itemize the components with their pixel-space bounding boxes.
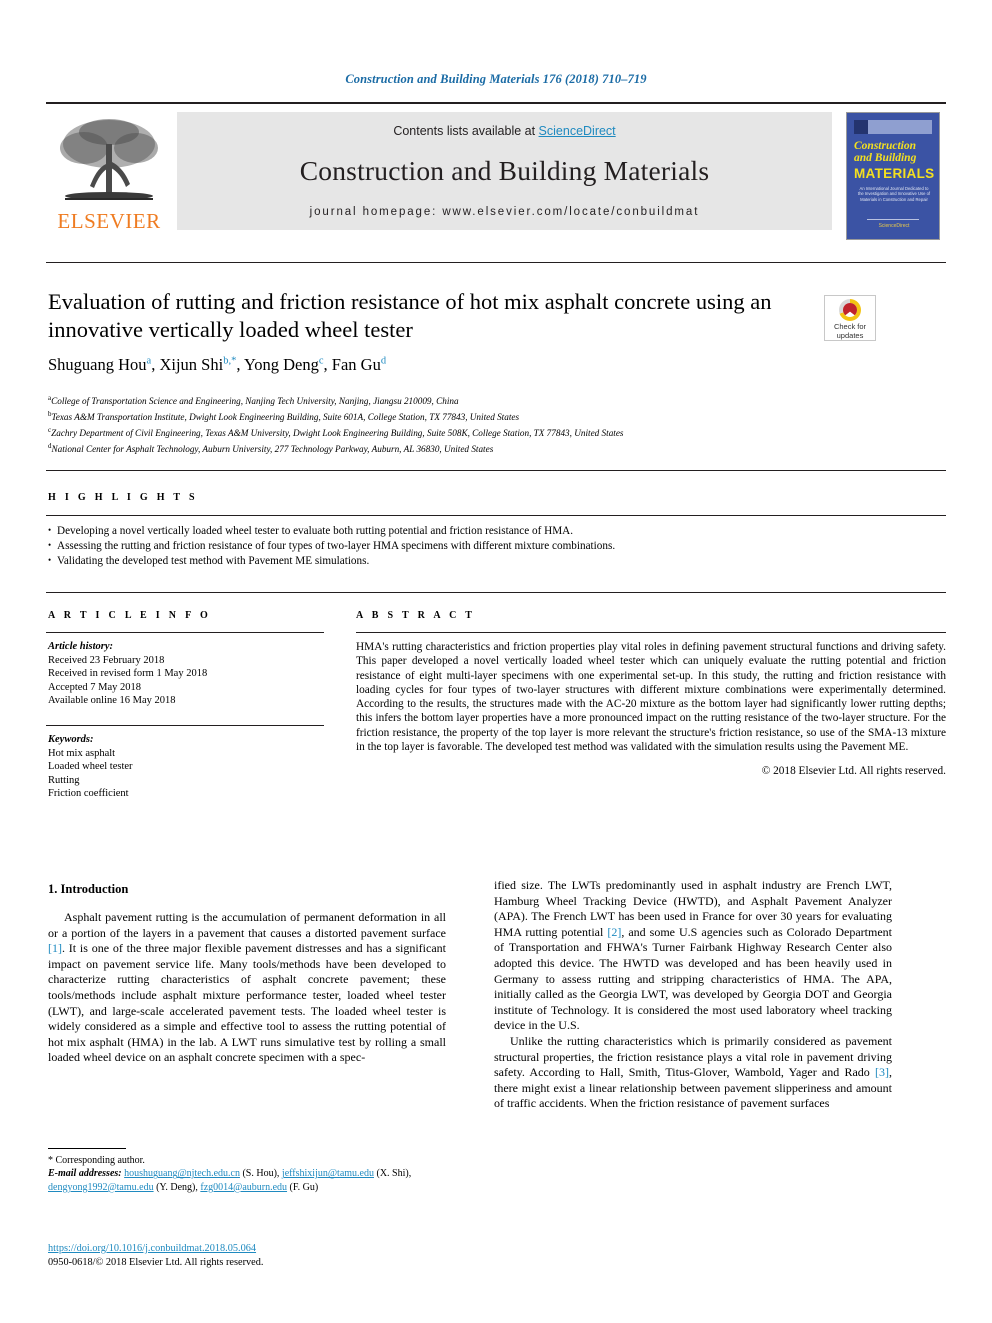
contents-available-line: Contents lists available at ScienceDirec… xyxy=(177,124,832,138)
body-paragraph: ified size. The LWTs predominantly used … xyxy=(494,878,892,1033)
email-owner: (Y. Deng) xyxy=(156,1181,196,1193)
journal-masthead: ELSEVIER Contents lists available at Sci… xyxy=(46,102,946,242)
affiliation-a: aCollege of Transportation Science and E… xyxy=(48,394,459,407)
title-top-rule xyxy=(46,262,946,263)
email-owner: (X. Shi) xyxy=(376,1168,409,1180)
abstract-copyright: © 2018 Elsevier Ltd. All rights reserved… xyxy=(761,765,946,778)
crossmark-label: Check for updates xyxy=(825,322,875,340)
highlights-top-rule xyxy=(46,470,946,471)
email-addresses-line: E-mail addresses: houshuguang@njtech.edu… xyxy=(48,1168,412,1193)
citation-ref[interactable]: [3] xyxy=(875,1065,889,1079)
section-heading-introduction: 1. Introduction xyxy=(48,882,129,896)
cover-title-line3: MATERIALS xyxy=(854,166,935,181)
keywords-items: Hot mix asphalt Loaded wheel tester Ruttin… xyxy=(48,747,328,801)
keyword-item: Rutting xyxy=(48,774,80,786)
affiliation-b: bTexas A&M Transportation Institute, Dwi… xyxy=(48,409,520,422)
email-link[interactable]: dengyong1992@tamu.edu xyxy=(48,1182,154,1193)
cover-subtitle: An International Journal Dedicated to th… xyxy=(857,186,931,202)
cover-footer: ScienceDirect xyxy=(878,223,910,229)
page-title: Evaluation of rutting and friction resis… xyxy=(48,289,772,342)
keywords-label: Keywords: xyxy=(48,734,94,745)
running-head: Construction and Building Materials 176 … xyxy=(345,72,647,86)
corresponding-author-note: * Corresponding author. xyxy=(48,1155,145,1166)
email-link[interactable]: jeffshixijun@tamu.edu xyxy=(282,1168,374,1179)
elsevier-wordmark: ELSEVIER xyxy=(57,209,161,233)
cover-title-line1: Construction xyxy=(854,140,916,152)
body-paragraph: Unlike the rutting characteristics which… xyxy=(494,1033,892,1111)
article-history-item: Available online 16 May 2018 xyxy=(48,695,176,707)
footnote-block: * Corresponding author. E-mail addresses… xyxy=(48,1154,446,1194)
doi-link[interactable]: https://doi.org/10.1016/j.conbuildmat.20… xyxy=(48,1243,256,1254)
email-link[interactable]: fzg0014@auburn.edu xyxy=(200,1182,287,1193)
email-owner: (S. Hou) xyxy=(242,1168,277,1180)
doi-block: https://doi.org/10.1016/j.conbuildmat.20… xyxy=(48,1242,446,1269)
keywords-block: Keywords: Hot mix asphalt Loaded wheel te… xyxy=(48,733,328,801)
abstract-block: HMA's rutting characteristics and fricti… xyxy=(356,640,946,779)
highlights-heading: H I G H L I G H T S xyxy=(48,492,198,503)
highlight-item: Validating the developed test method wit… xyxy=(48,553,928,569)
journal-cover-image: Construction and Building MATERIALS An I… xyxy=(846,112,940,240)
affiliation-d: dNational Center for Asphalt Technology,… xyxy=(48,441,494,454)
article-history-item: Received 23 February 2018 xyxy=(48,654,165,666)
citation-ref[interactable]: [2] xyxy=(607,925,621,939)
abstract-text: HMA's rutting characteristics and fricti… xyxy=(356,641,946,754)
keyword-item: Hot mix asphalt xyxy=(48,747,116,759)
journal-cover-thumbnail: Construction and Building MATERIALS An I… xyxy=(838,112,946,242)
article-page: Construction and Building Materials 176 … xyxy=(0,0,992,1323)
affiliation-list: aCollege of Transportation Science and E… xyxy=(48,392,878,455)
articleinfo-rule-2 xyxy=(46,632,324,633)
keyword-item: Friction coefficient xyxy=(48,788,129,800)
elsevier-tree-icon xyxy=(60,119,158,200)
journal-title: Construction and Building Materials xyxy=(299,155,710,186)
author-list: Shuguang Houa, Xijun Shib,*, Yong Dengc,… xyxy=(48,355,387,374)
footnote-rule xyxy=(48,1148,126,1149)
articleinfo-rule-3 xyxy=(46,725,324,726)
body-column-left: Asphalt pavement rutting is the accumula… xyxy=(48,910,446,1066)
cover-divider xyxy=(867,219,919,220)
body-paragraph: Asphalt pavement rutting is the accumula… xyxy=(48,910,446,1065)
abstract-heading: A B S T R A C T xyxy=(356,610,476,621)
email-link[interactable]: houshuguang@njtech.edu.cn xyxy=(124,1168,240,1179)
highlight-item: Developing a novel vertically loaded whe… xyxy=(48,523,928,539)
article-history-label: Article history: xyxy=(48,641,114,652)
highlights-mid-rule xyxy=(46,515,946,516)
cover-elsevier-mark-icon xyxy=(854,120,868,134)
contents-prefix: Contents lists available at xyxy=(393,124,539,138)
article-info-heading: A R T I C L E I N F O xyxy=(48,610,212,621)
crossmark-icon xyxy=(839,299,861,321)
crossmark-badge[interactable]: Check for updates xyxy=(824,295,876,341)
citation-ref[interactable]: [1] xyxy=(48,941,62,955)
email-addresses-label: E-mail addresses: xyxy=(48,1168,122,1180)
highlight-item: Assessing the rutting and friction resis… xyxy=(48,538,928,554)
keyword-item: Loaded wheel tester xyxy=(48,761,133,773)
articleinfo-top-rule xyxy=(46,592,946,593)
body-column-right: ified size. The LWTs predominantly used … xyxy=(494,878,892,1112)
journal-homepage[interactable]: journal homepage: www.elsevier.com/locat… xyxy=(177,206,832,218)
crossmark-label-line2: updates xyxy=(836,330,864,340)
article-history-items: Received 23 February 2018 Received in rev… xyxy=(48,654,328,708)
sciencedirect-link[interactable]: ScienceDirect xyxy=(539,124,616,138)
elsevier-logo: ELSEVIER xyxy=(46,112,172,234)
article-history-block: Article history: Received 23 February 20… xyxy=(48,640,328,708)
article-history-item: Received in revised form 1 May 2018 xyxy=(48,668,208,680)
email-owner: (F. Gu) xyxy=(289,1181,319,1193)
abstract-rule-2 xyxy=(356,632,946,633)
journal-banner: Contents lists available at ScienceDirec… xyxy=(177,112,832,230)
highlights-list: Developing a novel vertically loaded whe… xyxy=(48,523,928,570)
article-history-item: Accepted 7 May 2018 xyxy=(48,681,142,693)
affiliation-c: cZachry Department of Civil Engineering,… xyxy=(48,425,624,438)
cover-title-line2: and Building xyxy=(854,152,917,164)
issn-copyright-line: 0950-0618/© 2018 Elsevier Ltd. All right… xyxy=(48,1256,264,1268)
